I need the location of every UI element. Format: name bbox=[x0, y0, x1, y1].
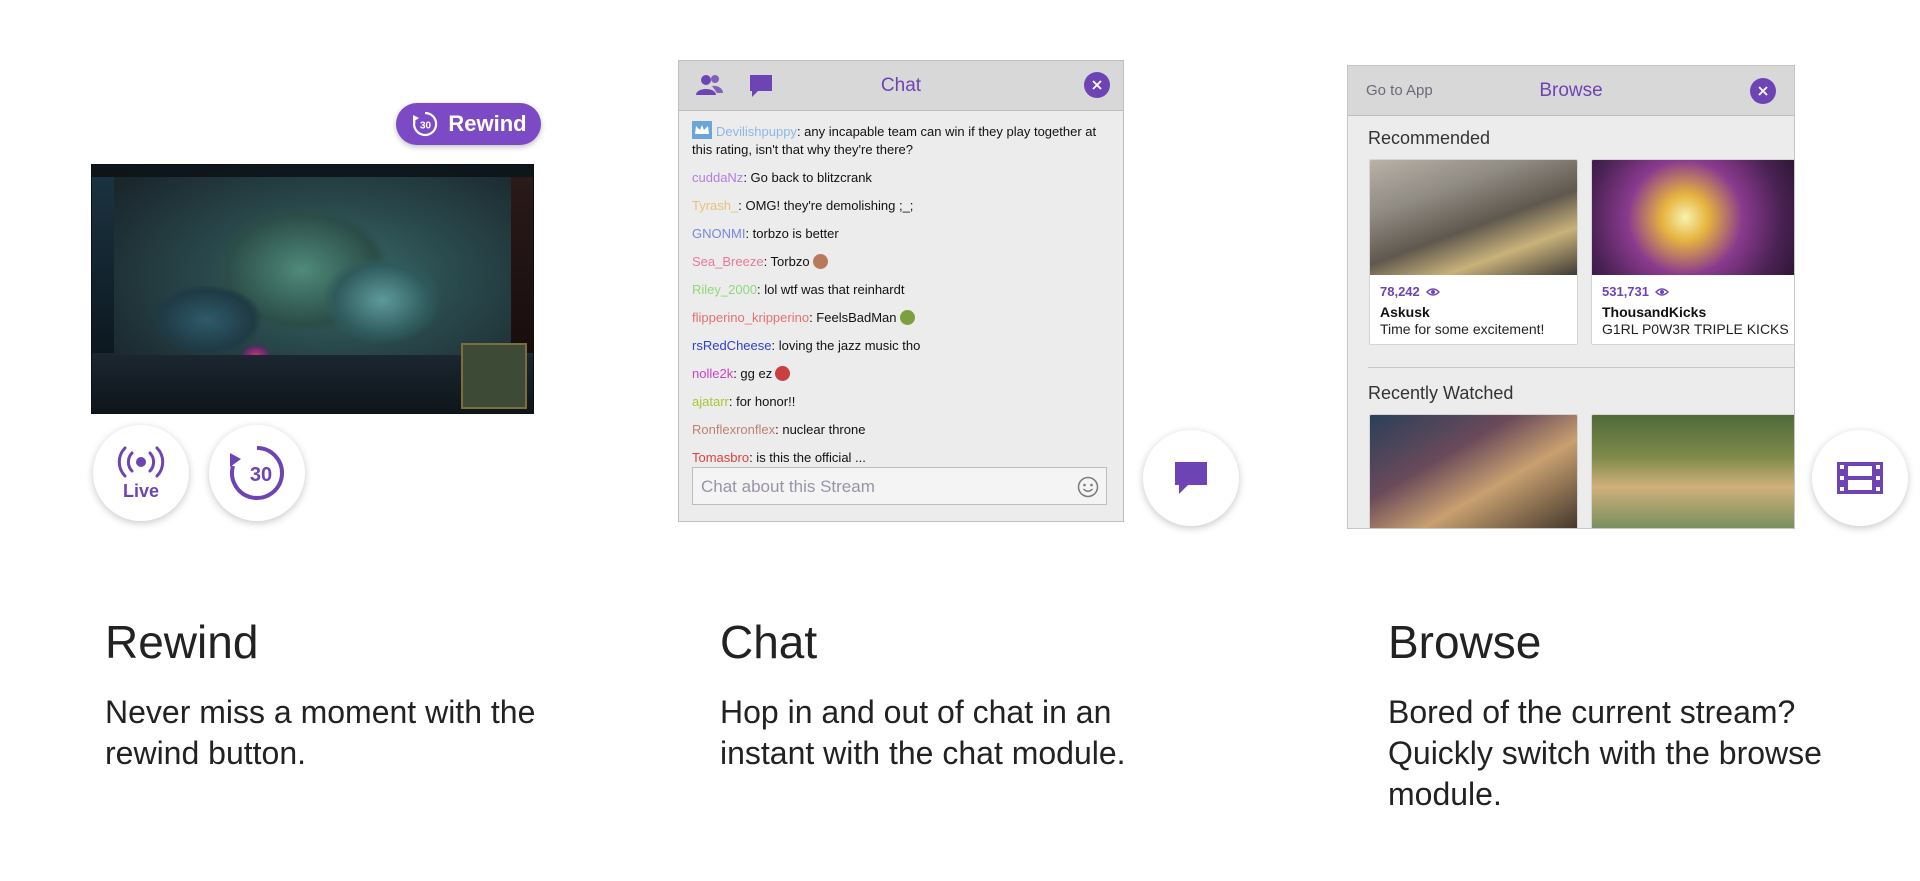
rewind-30-icon: 30 bbox=[230, 446, 284, 500]
chat-message-text: : FeelsBadMan bbox=[809, 310, 897, 325]
emote-icon bbox=[775, 366, 791, 381]
recommended-label: Recommended bbox=[1368, 128, 1491, 148]
emote-icon bbox=[899, 310, 915, 325]
chat-message-text: : gg ez bbox=[733, 366, 773, 381]
chat-module: Chat Devilishpuppy: any incapable team c… bbox=[678, 60, 1124, 522]
chat-username[interactable]: GNONMI bbox=[692, 226, 745, 241]
recommended-card-1[interactable]: 78,242 Askusk Time for some excitement! bbox=[1369, 159, 1578, 345]
chat-message: Devilishpuppy: any incapable team can wi… bbox=[692, 121, 1113, 159]
chat-message-text: : is this the official ... bbox=[749, 450, 866, 465]
channel-name: ThousandKicks bbox=[1602, 304, 1707, 320]
emoji-icon[interactable] bbox=[1077, 476, 1099, 498]
rewind-heading: Rewind bbox=[105, 616, 259, 668]
rewind-pill-button[interactable]: 30 Rewind bbox=[396, 103, 541, 145]
browse-module: Go to App Browse Recommended 78,242 Asku… bbox=[1347, 65, 1795, 529]
chat-message: GNONMI: torbzo is better bbox=[692, 225, 1113, 243]
game-scoreboard-left bbox=[92, 177, 114, 353]
stream-thumbnail bbox=[1592, 160, 1794, 275]
chat-heading: Chat bbox=[720, 616, 818, 668]
chat-input[interactable]: Chat about this Stream bbox=[692, 467, 1107, 505]
live-label: Live bbox=[122, 480, 160, 501]
eye-icon bbox=[1655, 287, 1669, 296]
chat-close-button[interactable] bbox=[1084, 72, 1110, 98]
browse-close-button[interactable] bbox=[1750, 78, 1776, 104]
chat-username[interactable]: Devilishpuppy bbox=[716, 124, 797, 139]
rewind-30-icon: 30 bbox=[413, 111, 438, 137]
chat-username[interactable]: Tyrash_ bbox=[692, 198, 738, 213]
game-minimap bbox=[461, 343, 527, 409]
chat-username[interactable]: Sea_Breeze bbox=[692, 254, 764, 269]
chat-message: flipperino_kripperino: FeelsBadMan bbox=[692, 309, 1113, 327]
section-divider bbox=[1368, 367, 1794, 368]
stream-thumbnail bbox=[1592, 415, 1794, 528]
chat-message-text: : torbzo is better bbox=[745, 226, 839, 241]
chat-bubble-icon bbox=[1175, 462, 1207, 494]
svg-text:30: 30 bbox=[250, 464, 272, 486]
browse-header: Go to App Browse bbox=[1348, 66, 1794, 116]
chat-username[interactable]: Riley_2000 bbox=[692, 282, 757, 297]
recent-card-1[interactable] bbox=[1369, 414, 1578, 528]
chat-input-placeholder: Chat about this Stream bbox=[701, 477, 875, 496]
chat-message: nolle2k: gg ez bbox=[692, 365, 1113, 383]
browse-heading: Browse bbox=[1388, 616, 1542, 668]
rewind-30-button[interactable]: 30 bbox=[209, 425, 305, 521]
close-icon bbox=[1758, 86, 1768, 96]
recommended-card-2[interactable]: 531,731 ThousandKicks G1RL P0W3R TRIPLE … bbox=[1591, 159, 1794, 345]
svg-text:30: 30 bbox=[420, 121, 432, 132]
chat-username[interactable]: nolle2k bbox=[692, 366, 733, 381]
stream-description: Time for some excitement! bbox=[1380, 321, 1545, 337]
chat-message-text: : lol wtf was that reinhardt bbox=[757, 282, 905, 297]
chat-message-list[interactable]: Devilishpuppy: any incapable team can wi… bbox=[692, 121, 1113, 467]
chat-description: Hop in and out of chat in an instant wit… bbox=[720, 694, 1126, 771]
chat-message-text: : Torbzo bbox=[763, 254, 810, 269]
live-button[interactable]: Live bbox=[93, 425, 189, 521]
chat-toggle-button[interactable] bbox=[1143, 430, 1239, 526]
browse-title: Browse bbox=[1539, 80, 1603, 101]
chat-header: Chat bbox=[679, 61, 1123, 111]
chat-username[interactable]: rsRedCheese bbox=[692, 338, 772, 353]
chat-message: cuddaNz: Go back to blitzcrank bbox=[692, 169, 1113, 187]
eye-icon bbox=[1425, 287, 1440, 296]
live-broadcast-icon bbox=[117, 446, 165, 477]
chat-message: Tyrash_: OMG! they're demolishing ;_; bbox=[692, 197, 1113, 215]
chat-message: Sea_Breeze: Torbzo bbox=[692, 253, 1113, 271]
game-hud-top bbox=[92, 165, 533, 177]
chat-message: Riley_2000: lol wtf was that reinhardt bbox=[692, 281, 1113, 299]
chat-message: Ronflexronflex: nuclear throne bbox=[692, 421, 1113, 439]
viewer-count: 531,731 bbox=[1602, 283, 1789, 300]
chat-title: Chat bbox=[880, 75, 922, 96]
chat-username[interactable]: Ronflexronflex bbox=[692, 422, 775, 437]
chat-message-text: : loving the jazz music tho bbox=[771, 338, 921, 353]
chat-username[interactable]: Tomasbro bbox=[692, 450, 749, 465]
viewer-count: 78,242 bbox=[1380, 283, 1567, 300]
chat-username[interactable]: ajatarr bbox=[692, 394, 729, 409]
chat-message-text: : nuclear throne bbox=[775, 422, 866, 437]
chat-message-text: : Go back to blitzcrank bbox=[743, 170, 872, 185]
stream-description: G1RL P0W3R TRIPLE KICKS bbox=[1602, 321, 1789, 337]
rewind-pill-label: Rewind bbox=[448, 111, 527, 136]
recent-card-2[interactable] bbox=[1591, 414, 1794, 528]
crown-badge-icon bbox=[692, 121, 712, 139]
chat-message: Tomasbro: is this the official ... bbox=[692, 449, 1113, 467]
close-icon bbox=[1092, 80, 1102, 90]
film-strip-icon bbox=[1837, 462, 1883, 494]
chat-message-text: : for honor!! bbox=[728, 394, 796, 409]
stream-thumbnail bbox=[1370, 160, 1577, 275]
emote-icon bbox=[812, 254, 828, 269]
game-scoreboard-right bbox=[511, 177, 533, 353]
chat-message: ajatarr: for honor!! bbox=[692, 393, 1113, 411]
chat-username[interactable]: cuddaNz bbox=[692, 170, 743, 185]
rewind-description: Never miss a moment with the rewind butt… bbox=[105, 694, 536, 771]
stream-thumbnail bbox=[1370, 415, 1577, 528]
channel-name: Askusk bbox=[1380, 304, 1430, 320]
chat-message: rsRedCheese: loving the jazz music tho bbox=[692, 337, 1113, 355]
chat-username[interactable]: flipperino_kripperino bbox=[692, 310, 809, 325]
recently-watched-label: Recently Watched bbox=[1368, 383, 1514, 403]
video-player[interactable] bbox=[91, 164, 534, 414]
chat-message-text: : OMG! they're demolishing ;_; bbox=[738, 198, 914, 213]
browse-description: Bored of the current stream? Quickly swi… bbox=[1388, 694, 1822, 812]
browse-toggle-button[interactable] bbox=[1812, 430, 1908, 526]
